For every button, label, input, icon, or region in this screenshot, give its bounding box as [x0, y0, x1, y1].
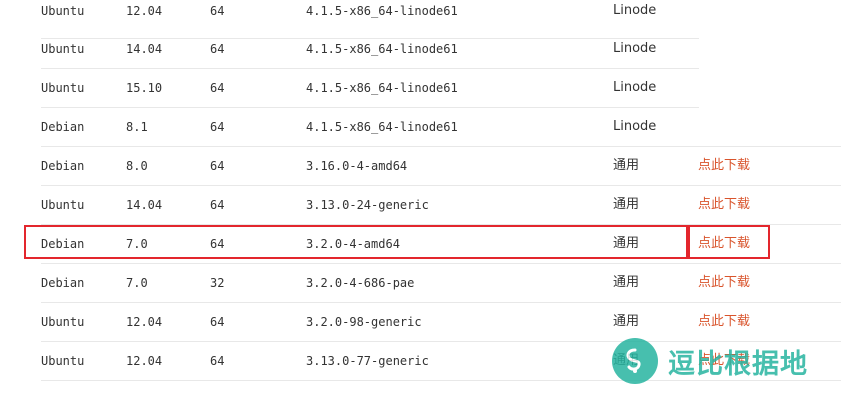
- table-row: Debian 8.1 64 4.1.5-x86_64-linode61 Lino…: [0, 108, 841, 147]
- watermark: 逗比根据地: [612, 336, 808, 386]
- table-row: Debian 8.0 64 3.16.0-4-amd64 通用 点此下载: [0, 147, 841, 186]
- table-row: Ubuntu 14.04 64 4.1.5-x86_64-linode61 Li…: [0, 30, 841, 69]
- bits-cell: 64: [210, 354, 225, 368]
- table-row: Ubuntu 15.10 64 4.1.5-x86_64-linode61 Li…: [0, 69, 841, 108]
- watermark-logo-icon: [612, 338, 658, 384]
- watermark-text: 逗比根据地: [668, 348, 808, 380]
- table-row: Ubuntu 14.04 64 3.13.0-24-generic 通用 点此下…: [0, 186, 841, 225]
- os-cell: Ubuntu: [41, 354, 85, 368]
- highlight-box-download: [688, 225, 770, 259]
- kernel-cell: 3.13.0-77-generic: [306, 354, 429, 368]
- highlight-box-row: [24, 225, 688, 259]
- version-cell: 12.04: [126, 354, 163, 368]
- table-row: Debian 7.0 32 3.2.0-4-686-pae 通用 点此下载: [0, 264, 841, 303]
